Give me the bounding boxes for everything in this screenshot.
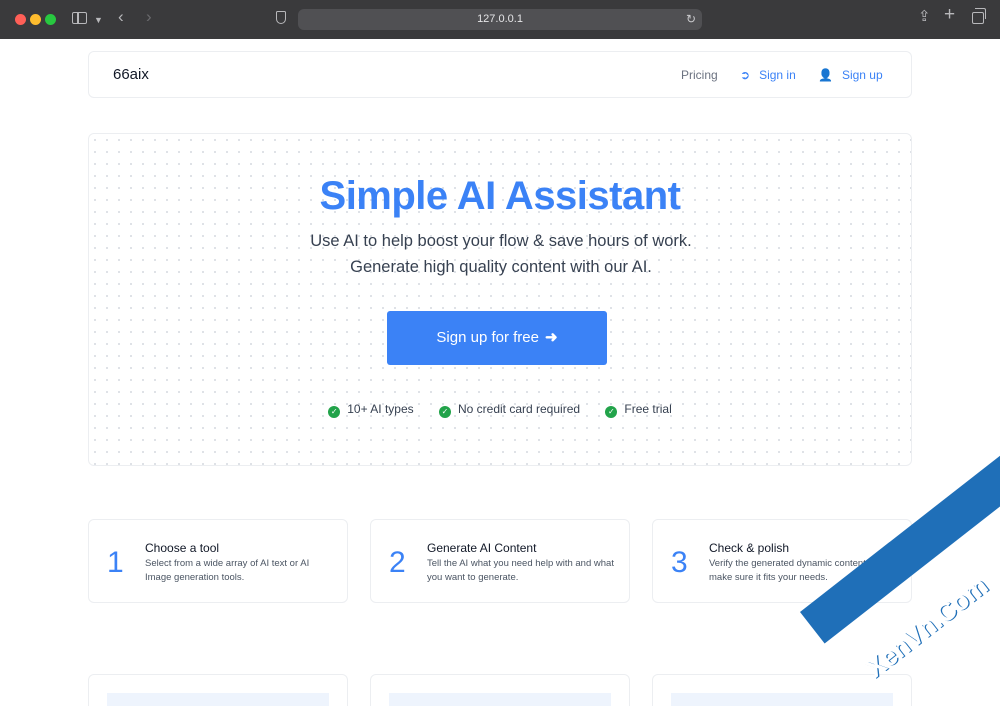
feature-item: ✓ No credit card required xyxy=(438,402,580,418)
step-description: Tell the AI what you need help with and … xyxy=(427,558,614,583)
tab-overview-icon[interactable] xyxy=(972,8,986,24)
hero-subtitle: Use AI to help boost your flow & save ho… xyxy=(310,232,692,276)
check-circle-icon: ✓ xyxy=(605,406,618,418)
nav-sign-up-link[interactable]: 👤 Sign up xyxy=(818,68,883,82)
cta-label: Sign up for free xyxy=(436,329,539,346)
step-card: 1 Choose a tool Select from a wide array… xyxy=(88,519,348,603)
forward-icon[interactable]: › xyxy=(146,8,152,25)
top-navbar: 66aix Pricing ➲ Sign in 👤 Sign up xyxy=(88,51,912,98)
tool-card-image xyxy=(671,693,893,706)
back-icon[interactable]: ‹ xyxy=(118,8,124,25)
arrow-right-icon: ➜ xyxy=(544,329,558,346)
hero-title: Simple AI Assistant xyxy=(319,174,681,218)
step-number: 3 xyxy=(671,546,688,579)
chevron-down-icon[interactable]: ▼ xyxy=(94,13,103,27)
step-title: Check & polish xyxy=(709,541,790,555)
step-card: 2 Generate AI Content Tell the AI what y… xyxy=(370,519,630,603)
sidebar-toggle-icon[interactable] xyxy=(72,12,87,24)
url-text: 127.0.0.1 xyxy=(477,13,523,25)
step-description: Select from a wide array of AI text or A… xyxy=(145,558,310,583)
feature-list: ✓ 10+ AI types ✓ No credit card required ✓… xyxy=(89,402,911,418)
brand-logo[interactable]: 66aix xyxy=(113,66,149,83)
sign-in-label: Sign in xyxy=(759,68,796,82)
step-number: 1 xyxy=(107,546,124,579)
step-title: Generate AI Content xyxy=(427,541,537,555)
zoom-window-button[interactable] xyxy=(45,14,56,25)
tool-card[interactable] xyxy=(370,674,630,706)
check-circle-icon: ✓ xyxy=(328,406,341,418)
tool-card[interactable] xyxy=(652,674,912,706)
hero-section: Simple AI Assistant Use AI to help boost… xyxy=(88,133,912,466)
step-title: Choose a tool xyxy=(145,541,220,555)
close-window-button[interactable] xyxy=(15,14,26,25)
sign-in-icon: ➲ xyxy=(740,68,751,82)
minimize-window-button[interactable] xyxy=(30,14,41,25)
share-icon[interactable]: ⇪ xyxy=(918,9,931,24)
new-tab-icon[interactable]: + xyxy=(944,5,955,24)
step-number: 2 xyxy=(389,546,406,579)
tool-card-image xyxy=(389,693,611,706)
nav-sign-in-link[interactable]: ➲ Sign in xyxy=(740,68,796,82)
feature-item: ✓ Free trial xyxy=(605,402,672,418)
check-circle-icon: ✓ xyxy=(438,406,451,418)
tool-card[interactable] xyxy=(88,674,348,706)
feature-item: ✓ 10+ AI types xyxy=(328,402,414,418)
privacy-shield-icon[interactable] xyxy=(276,11,286,24)
sign-up-free-button[interactable]: Sign up for free ➜ xyxy=(387,311,607,365)
sign-up-label: Sign up xyxy=(841,68,883,82)
user-plus-icon: 👤 xyxy=(818,68,833,82)
address-bar[interactable]: 127.0.0.1 ↻ xyxy=(298,9,702,30)
nav-pricing-link[interactable]: Pricing xyxy=(681,68,718,82)
reload-icon[interactable]: ↻ xyxy=(686,12,696,26)
browser-toolbar: ▼ ‹ › 127.0.0.1 ↻ ⇪ + xyxy=(0,0,1000,39)
tool-card-image xyxy=(107,693,329,706)
